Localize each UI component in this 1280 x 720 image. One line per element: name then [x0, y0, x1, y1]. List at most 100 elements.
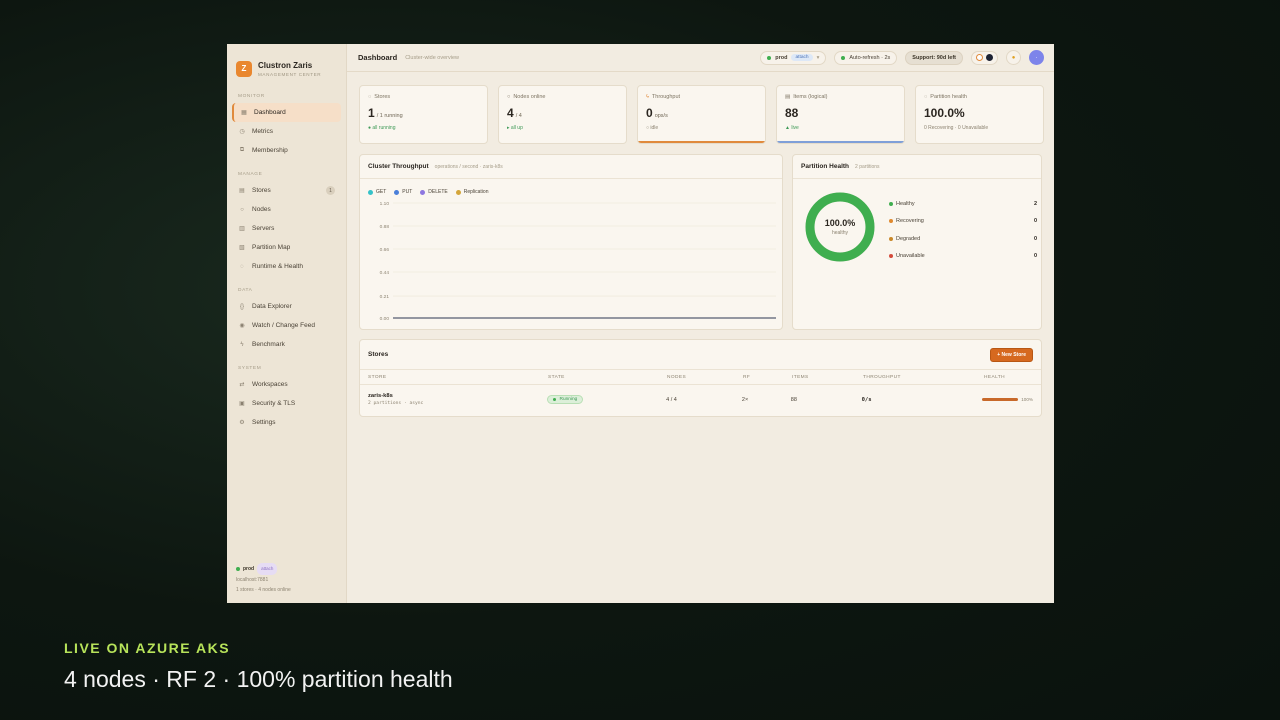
kpi-footnote: ● all running — [368, 125, 396, 131]
status-label: Running — [559, 397, 578, 402]
dark-theme-icon — [986, 54, 993, 61]
y-tick-label: 1.10 — [380, 201, 390, 207]
nav-section-title: SYSTEM — [238, 366, 262, 371]
stores-title: Stores — [368, 351, 389, 358]
nav-section-title: MONITOR — [238, 94, 265, 99]
throughput-title: Cluster Throughput — [368, 163, 429, 170]
sidebar-item-label: Settings — [252, 419, 276, 426]
status-dot-icon — [553, 398, 557, 401]
avatar[interactable]: · — [1029, 50, 1044, 65]
kpi-card[interactable]: ◌ Partition health 100.0% 0 Recovering · 0 … — [915, 85, 1044, 144]
sidebar-item-dashboard[interactable]: ▦ Dashboard — [232, 103, 341, 122]
column-header[interactable]: RF — [743, 375, 792, 380]
store-name[interactable]: zaris-k8s — [368, 393, 547, 399]
sidebar-item-metrics[interactable]: ◷ Metrics — [232, 122, 341, 141]
health-row-label: Degraded — [896, 235, 921, 242]
kpi-suffix: / 1 running — [376, 113, 403, 119]
notifications-button[interactable]: ● — [1006, 50, 1021, 65]
kpi-value: 0 — [646, 106, 653, 120]
legend-label: PUT — [402, 189, 413, 195]
kpi-suffix: ops/s — [654, 113, 668, 119]
health-row-label: Healthy — [896, 200, 915, 207]
throughput-chart: 1.10 0.88 0.66 0.44 0.21 0.00 — [380, 201, 776, 322]
eye-icon: ◉ — [239, 323, 245, 329]
sidebar-item-runtime-health[interactable]: ◌ Runtime & Health — [232, 257, 341, 276]
grid-icon: ▦ — [241, 110, 247, 116]
column-header[interactable]: STATE — [548, 375, 667, 380]
new-store-button[interactable]: + New Store — [990, 347, 1033, 362]
sidebar-item-workspaces[interactable]: ⇄ Workspaces — [232, 375, 341, 394]
kpi-card[interactable]: ◌ Stores 1/ 1 running ● all running — [359, 85, 488, 144]
stores-table-body: zaris-k8s 2 partitions · async Running 4 / … — [360, 385, 1041, 414]
legend-swatch — [368, 189, 373, 195]
legend-swatch — [455, 189, 461, 195]
bolt-icon: ϟ — [240, 341, 244, 348]
sidebar-item-membership[interactable]: ⧉ Membership — [232, 141, 341, 160]
legend-item[interactable]: Replication — [455, 189, 488, 195]
light-theme-icon — [976, 54, 983, 61]
autorefresh-toggle[interactable]: Auto-refresh · 2s — [834, 50, 898, 65]
sidebar-item-label: Nodes — [252, 206, 271, 213]
table-row[interactable]: zaris-k8s 2 partitions · async Running 4 / … — [360, 385, 1041, 414]
sidebar-item-nodes[interactable]: ○ Nodes — [232, 200, 341, 219]
donut-value: 100.0% — [824, 218, 856, 228]
sidebar-footer: prod attach localhost:7881 1 stores · 4 n… — [236, 563, 291, 595]
kpi-card[interactable]: ▤ Items (logical) 88 ▲ live — [776, 85, 905, 144]
map-icon: ▧ — [239, 245, 245, 251]
sidebar-item-label: Workspaces — [252, 381, 288, 388]
sidebar-item-stores[interactable]: ▤ Stores 1 — [232, 181, 341, 200]
legend-item[interactable]: DELETE — [420, 189, 448, 195]
swap-icon: ⇄ — [239, 382, 245, 388]
chevron-down-icon: ▾ — [816, 54, 820, 61]
column-header[interactable]: THROUGHPUT — [863, 375, 984, 380]
status-dot-icon — [889, 236, 893, 241]
kpi-card[interactable]: ϟ Throughput 0 ops/s ○ idle — [637, 85, 766, 144]
store-throughput: 0/s — [861, 396, 872, 403]
brand: Z Clustron Zaris MANAGEMENT CENTER — [227, 44, 346, 82]
count-badge: 1 — [326, 186, 335, 195]
shield-icon: ◌ — [924, 94, 928, 100]
y-tick-label: 0.66 — [380, 247, 390, 253]
kpi-value: 100.0% — [924, 106, 965, 120]
column-header[interactable]: NODES — [667, 375, 743, 380]
sidebar-item-data-explorer[interactable]: {} Data Explorer — [232, 297, 341, 316]
server-icon: ▥ — [239, 226, 245, 232]
legend-item[interactable]: GET — [368, 189, 386, 195]
users-icon: ⧉ — [239, 147, 245, 153]
donut-label: healthy — [831, 230, 849, 236]
kpi-card[interactable]: ○ Nodes online 4/ 4 ▸ all up — [498, 85, 627, 144]
env-selector[interactable]: prod attach ▾ — [760, 50, 827, 65]
store-items: 88 — [790, 396, 797, 403]
support-badge[interactable]: Support: 90d left — [905, 50, 963, 65]
sidebar-item-settings[interactable]: ⚙ Settings — [232, 413, 341, 432]
sidebar-item-partition-map[interactable]: ▧ Partition Map — [232, 238, 341, 257]
health-row-degraded: Degraded 0 — [889, 230, 1037, 248]
health-row-unavailable: Unavailable 0 — [889, 248, 1037, 266]
sidebar-item-watch-change-feed[interactable]: ◉ Watch / Change Feed — [232, 316, 341, 335]
kpi-value: 4 — [507, 106, 514, 120]
health-row-value: 0 — [1033, 235, 1037, 242]
sidebar-nav: MONITOR ▦ Dashboard ◷ Metrics ⧉ Membership MANA… — [227, 94, 346, 432]
column-header[interactable]: STORE — [368, 375, 548, 380]
brand-name: Clustron Zaris — [258, 60, 313, 70]
health-subtitle: 2 partitions — [855, 163, 880, 170]
sidebar-item-benchmark[interactable]: ϟ Benchmark — [232, 335, 341, 354]
refresh-status-icon — [841, 55, 846, 60]
store-rf: 2× — [741, 396, 749, 403]
theme-toggle[interactable] — [971, 50, 998, 65]
env-status-icon — [767, 55, 772, 60]
footer-summary: 1 stores · 4 nodes online — [236, 587, 291, 593]
health-row-label: Recovering — [896, 218, 924, 225]
status-dot-icon — [889, 254, 893, 259]
store-details: 2 partitions · async — [368, 401, 424, 406]
sidebar-item-security-tls[interactable]: ▣ Security & TLS — [232, 394, 341, 413]
sidebar-item-label: Metrics — [252, 128, 273, 135]
column-header[interactable]: ITEMS — [792, 375, 863, 380]
kpi-footnote: 0 Recovering · 0 Unavailable — [924, 125, 989, 131]
sidebar-item-servers[interactable]: ▥ Servers — [232, 219, 341, 238]
partition-health-panel: Partition Health 2 partitions 100.0% hea… — [792, 154, 1042, 330]
sidebar-item-label: Membership — [252, 147, 288, 154]
legend-item[interactable]: PUT — [394, 189, 412, 195]
bolt-icon: ϟ — [646, 94, 649, 100]
column-header[interactable]: HEALTH — [984, 375, 1033, 380]
